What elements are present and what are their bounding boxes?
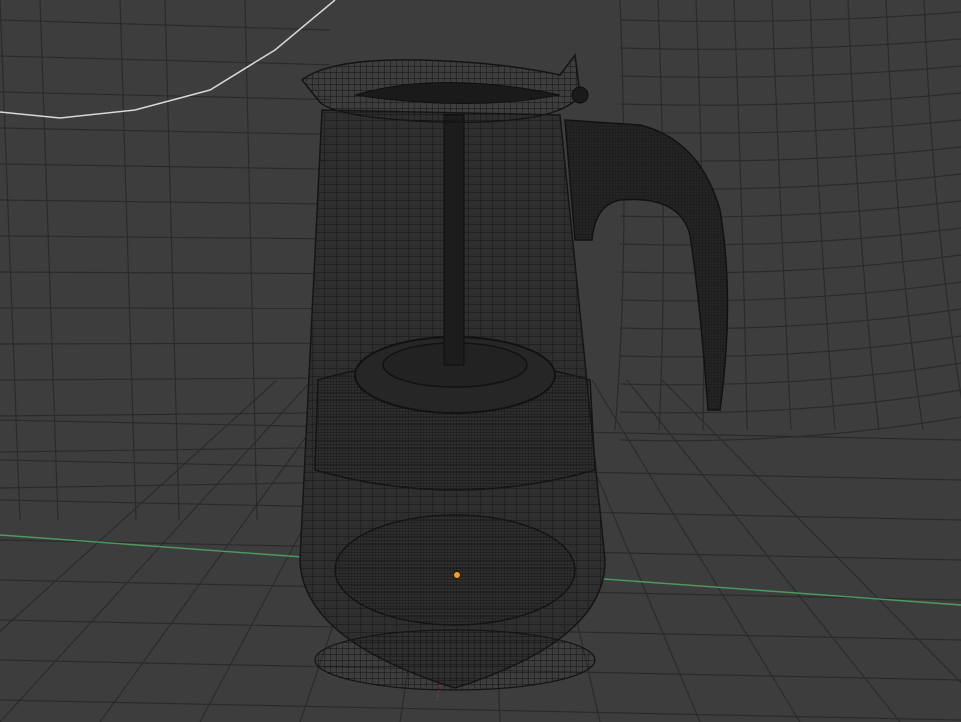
3d-viewport[interactable]: [0, 0, 961, 722]
plunger-rod: [443, 114, 465, 366]
bottom-rim: [314, 629, 596, 691]
base-dome: [334, 514, 576, 626]
grid-line: [0, 342, 331, 345]
lid-knob: [571, 86, 589, 104]
origin-marker[interactable]: [453, 571, 461, 579]
